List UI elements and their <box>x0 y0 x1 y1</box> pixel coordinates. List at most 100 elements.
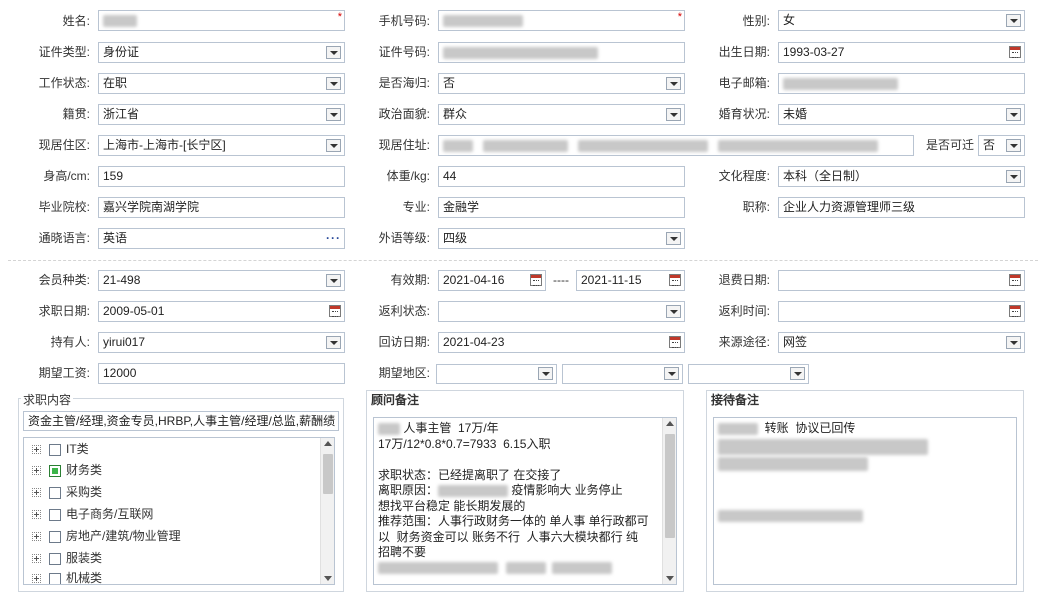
calendar-icon[interactable] <box>669 274 681 286</box>
calendar-icon[interactable] <box>1009 305 1021 317</box>
chevron-down-icon[interactable] <box>1006 139 1021 152</box>
refund-date-field[interactable] <box>778 270 1025 291</box>
scroll-down-icon[interactable] <box>324 576 332 581</box>
language-field[interactable]: 英语 ··· <box>98 228 345 249</box>
more-icon[interactable]: ··· <box>326 229 341 248</box>
tree-item-machinery[interactable]: 机械类 <box>32 568 102 584</box>
valid-from-field[interactable]: 2021-04-16 <box>438 270 546 291</box>
tree-item-it[interactable]: IT类 <box>32 439 89 459</box>
checkbox[interactable] <box>49 443 61 456</box>
phone-field[interactable]: * <box>438 10 685 31</box>
chevron-down-icon[interactable] <box>326 336 341 349</box>
chevron-down-icon[interactable] <box>1006 108 1021 121</box>
native-place-select[interactable]: 浙江省 <box>98 104 345 125</box>
job-category-tree[interactable]: IT类 财务类 采购类 电子商务/互联网 房地产/建筑/物业管理 服装类 机械类 <box>23 437 335 585</box>
chevron-down-icon[interactable] <box>790 367 805 380</box>
source-select[interactable]: 网签 <box>778 332 1025 353</box>
chevron-down-icon[interactable] <box>326 46 341 59</box>
relocate-select[interactable]: 否 <box>978 135 1025 156</box>
job-title-field[interactable]: 企业人力资源管理师三级 <box>778 197 1025 218</box>
tree-scrollbar[interactable] <box>320 438 334 584</box>
scroll-up-icon[interactable] <box>324 441 332 446</box>
salary-field[interactable]: 12000 <box>98 363 345 384</box>
residence-area-select[interactable]: 上海市-上海市-[长宁区] <box>98 135 345 156</box>
language-level-select[interactable]: 四级 <box>438 228 685 249</box>
chevron-down-icon[interactable] <box>326 274 341 287</box>
major-field[interactable]: 金融学 <box>438 197 685 218</box>
work-status-select[interactable]: 在职 <box>98 73 345 94</box>
chevron-down-icon[interactable] <box>326 139 341 152</box>
expand-icon[interactable] <box>32 532 41 542</box>
checkbox[interactable] <box>49 486 61 499</box>
school-field[interactable]: 嘉兴学院南湖学院 <box>98 197 345 218</box>
marital-select[interactable]: 未婚 <box>778 104 1025 125</box>
politics-select[interactable]: 群众 <box>438 104 685 125</box>
expand-icon[interactable] <box>32 574 41 584</box>
advisor-notes-textarea[interactable]: 人事主管 17万/年 17万/12*0.8*0.7=7933 6.15入职 求职… <box>373 417 677 585</box>
chevron-down-icon[interactable] <box>326 108 341 121</box>
chevron-down-icon[interactable] <box>1006 14 1021 27</box>
email-field[interactable] <box>778 73 1025 94</box>
calendar-icon[interactable] <box>329 305 341 317</box>
chevron-down-icon[interactable] <box>666 108 681 121</box>
returnee-select[interactable]: 否 <box>438 73 685 94</box>
chevron-down-icon[interactable] <box>666 305 681 318</box>
chevron-down-icon[interactable] <box>1006 170 1021 183</box>
visit-date-field[interactable]: 2021-04-23 <box>438 332 685 353</box>
tree-item-finance[interactable]: 财务类 <box>32 460 102 480</box>
calendar-icon[interactable] <box>1009 274 1021 286</box>
area-city-select[interactable] <box>562 364 683 384</box>
id-type-select[interactable]: 身份证 <box>98 42 345 63</box>
id-number-field[interactable] <box>438 42 685 63</box>
expand-icon[interactable] <box>32 445 41 455</box>
chevron-down-icon[interactable] <box>666 77 681 90</box>
name-field[interactable]: * <box>98 10 345 31</box>
advisor-scrollbar[interactable] <box>662 418 676 584</box>
job-intent-summary[interactable]: 资金主管/经理,资金专员,HRBP,人事主管/经理/总监,薪酬绩 <box>23 411 339 431</box>
chevron-down-icon[interactable] <box>666 232 681 245</box>
expand-icon[interactable] <box>32 488 41 498</box>
scroll-thumb[interactable] <box>665 434 675 538</box>
tree-item-apparel[interactable]: 服装类 <box>32 548 102 568</box>
height-value: 159 <box>103 169 124 183</box>
rebate-status-select[interactable] <box>438 301 685 322</box>
calendar-icon[interactable] <box>530 274 542 286</box>
gender-select[interactable]: 女 <box>778 10 1025 31</box>
tree-item-realestate[interactable]: 房地产/建筑/物业管理 <box>32 526 181 546</box>
calendar-icon[interactable] <box>669 336 681 348</box>
residence-address-field[interactable] <box>438 135 914 156</box>
expand-icon[interactable] <box>32 466 41 476</box>
scroll-down-icon[interactable] <box>666 576 674 581</box>
birth-date-field[interactable]: 1993-03-27 <box>778 42 1025 63</box>
checkbox[interactable] <box>49 572 61 584</box>
chevron-down-icon[interactable] <box>1006 336 1021 349</box>
reception-notes-textarea[interactable]: 转账 协议已回传 <box>713 417 1017 585</box>
height-field[interactable]: 159 <box>98 166 345 187</box>
tree-item-purchase[interactable]: 采购类 <box>32 482 102 502</box>
scroll-up-icon[interactable] <box>666 421 674 426</box>
area-province-select[interactable] <box>436 364 557 384</box>
job-intent-title: 求职内容 <box>21 391 74 408</box>
checkbox[interactable] <box>49 552 61 565</box>
chevron-down-icon[interactable] <box>538 367 553 380</box>
expand-icon[interactable] <box>32 554 41 564</box>
area-district-select[interactable] <box>688 364 809 384</box>
checkbox-checked[interactable] <box>49 464 61 477</box>
source-value: 网签 <box>783 335 808 349</box>
weight-field[interactable]: 44 <box>438 166 685 187</box>
native-place-label: 籍贯: <box>62 107 90 121</box>
checkbox[interactable] <box>49 530 61 543</box>
job-date-field[interactable]: 2009-05-01 <box>98 301 345 322</box>
chevron-down-icon[interactable] <box>326 77 341 90</box>
scroll-thumb[interactable] <box>323 454 333 494</box>
rebate-time-field[interactable] <box>778 301 1025 322</box>
chevron-down-icon[interactable] <box>664 367 679 380</box>
holder-select[interactable]: yirui017 <box>98 332 345 353</box>
member-type-select[interactable]: 21-498 <box>98 270 345 291</box>
valid-to-field[interactable]: 2021-11-15 <box>576 270 685 291</box>
checkbox[interactable] <box>49 508 61 521</box>
calendar-icon[interactable] <box>1009 46 1021 58</box>
expand-icon[interactable] <box>32 510 41 520</box>
education-select[interactable]: 本科（全日制） <box>778 166 1025 187</box>
tree-item-ecommerce[interactable]: 电子商务/互联网 <box>32 504 153 524</box>
